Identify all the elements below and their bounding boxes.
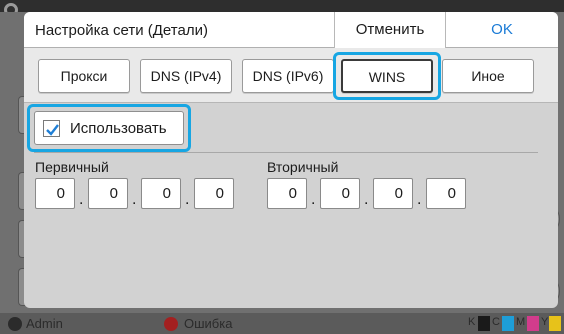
ink-label-c: C	[492, 316, 500, 328]
ink-label-m: M	[516, 316, 526, 328]
ink-level-y	[549, 316, 561, 331]
ip-dot: .	[185, 191, 190, 208]
use-checkbox-highlight	[27, 104, 191, 152]
status-error: Ошибка	[184, 316, 233, 331]
ip-dot: .	[79, 191, 84, 208]
ok-button[interactable]: OK	[446, 12, 558, 48]
secondary-octet-4[interactable]: 0	[426, 178, 466, 209]
tab-dns-ipv6[interactable]: DNS (IPv6)	[242, 59, 334, 93]
primary-octet-2[interactable]: 0	[88, 178, 128, 209]
ip-dot: .	[311, 191, 316, 208]
tab-bar: Прокси DNS (IPv4) DNS (IPv6) WINS Иное	[24, 48, 558, 103]
ip-dot: .	[364, 191, 369, 208]
cancel-button[interactable]: Отменить	[334, 12, 446, 48]
ip-dot: .	[132, 191, 137, 208]
dialog-header: Настройка сети (Детали) Отменить OK	[24, 12, 558, 48]
error-icon	[164, 317, 178, 331]
ink-level-c	[502, 316, 514, 331]
ink-level-m	[527, 316, 539, 331]
secondary-octet-3[interactable]: 0	[373, 178, 413, 209]
secondary-octet-1[interactable]: 0	[267, 178, 307, 209]
secondary-octet-2[interactable]: 0	[320, 178, 360, 209]
ink-label-k: K	[468, 316, 476, 328]
background-topbar	[0, 0, 564, 12]
user-icon	[8, 317, 22, 331]
primary-octet-3[interactable]: 0	[141, 178, 181, 209]
primary-octet-1[interactable]: 0	[35, 178, 75, 209]
tab-other[interactable]: Иное	[442, 59, 534, 93]
dialog-title: Настройка сети (Детали)	[35, 22, 208, 39]
screen: Admin Ошибка K C M Y Настройка сети (Дет…	[0, 0, 564, 334]
wins-tab-highlight	[333, 52, 441, 100]
divider	[34, 152, 538, 153]
status-bar: Admin Ошибка K C M Y	[0, 313, 564, 334]
secondary-label: Вторичный	[267, 159, 339, 175]
status-user: Admin	[26, 316, 63, 331]
ip-dot: .	[417, 191, 422, 208]
primary-octet-4[interactable]: 0	[194, 178, 234, 209]
primary-label: Первичный	[35, 159, 109, 175]
ink-level-k	[478, 316, 490, 331]
network-details-dialog: Настройка сети (Детали) Отменить OK Прок…	[24, 12, 558, 308]
tab-dns-ipv4[interactable]: DNS (IPv4)	[140, 59, 232, 93]
tab-proxy[interactable]: Прокси	[38, 59, 130, 93]
ink-label-y: Y	[541, 316, 549, 328]
